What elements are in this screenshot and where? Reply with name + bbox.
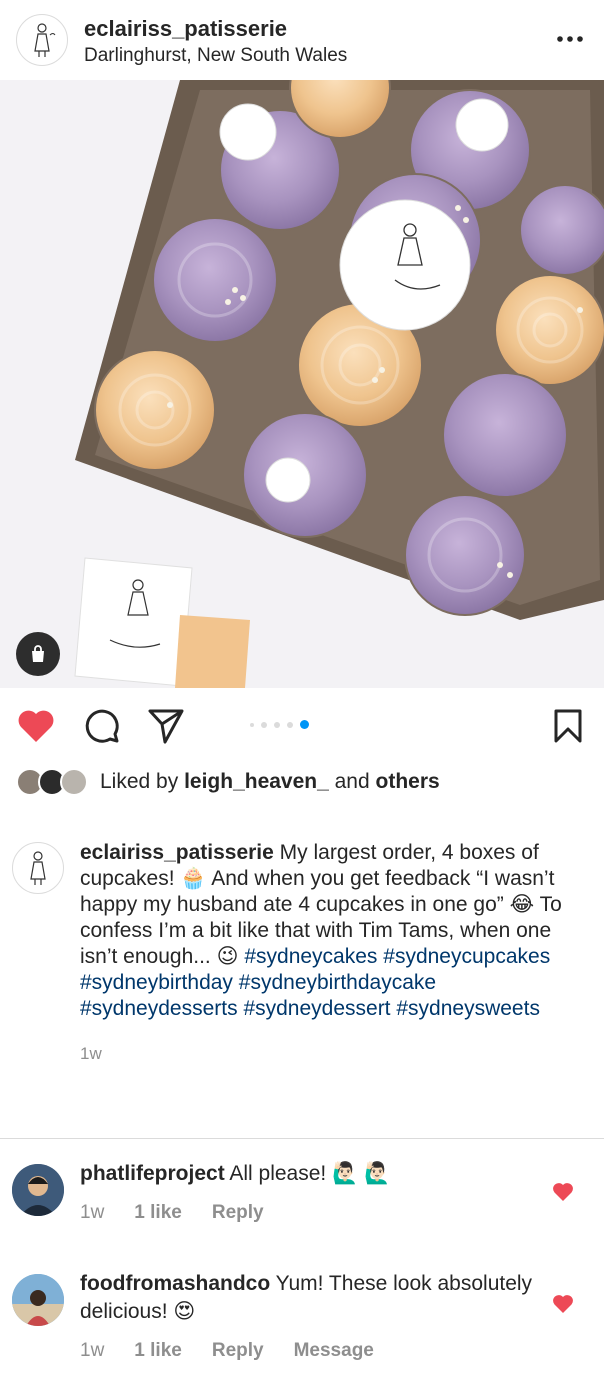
- patisserie-logo-icon: [34, 23, 56, 57]
- comment-icon: [85, 709, 119, 743]
- hashtag-link[interactable]: #sydneysweets: [396, 997, 540, 1020]
- commenter-avatar[interactable]: [12, 1164, 64, 1216]
- comment-text: foodfromashandco Yum! These look absolut…: [80, 1270, 540, 1326]
- carousel-dot: [250, 722, 254, 727]
- liker-avatars: [16, 768, 92, 796]
- more-horizontal-icon: [557, 36, 583, 42]
- comment-like-button[interactable]: [552, 1182, 574, 1204]
- profile-avatar[interactable]: [16, 14, 68, 66]
- cupcake-box-photo: [0, 80, 604, 688]
- carousel-dot: [261, 721, 267, 728]
- caption-text: eclairiss_patisserie My largest order, 4…: [80, 840, 580, 1067]
- hashtag-link[interactable]: #sydneydesserts: [80, 997, 238, 1020]
- liker-avatar: [60, 768, 88, 796]
- comment-text: phatlifeproject All please! 🙋🏻‍♂️ 🙋🏻‍♂️: [80, 1160, 540, 1188]
- comment-button[interactable]: [82, 706, 122, 746]
- divider: [0, 1138, 604, 1139]
- share-button[interactable]: [146, 706, 186, 746]
- comment-like-button[interactable]: [552, 1294, 574, 1316]
- person-avatar-icon: [12, 1164, 64, 1216]
- post-location[interactable]: Darlinghurst, New South Wales: [84, 45, 347, 67]
- likes-others-link[interactable]: others: [376, 770, 440, 794]
- caption-avatar[interactable]: [12, 842, 64, 894]
- post-username[interactable]: eclairiss_patisserie: [84, 16, 287, 42]
- hashtag-link[interactable]: #sydneycupcakes: [383, 945, 550, 968]
- save-button[interactable]: [548, 706, 588, 746]
- cupcake-emoji: 🧁: [180, 867, 207, 890]
- likes-prefix: Liked by: [100, 770, 185, 793]
- post-header: eclairiss_patisserie Darlinghurst, New S…: [0, 0, 604, 80]
- liker-username[interactable]: leigh_heaven_: [184, 770, 329, 794]
- like-button[interactable]: [16, 706, 56, 746]
- heart-filled-icon: [553, 1183, 573, 1201]
- likes-middle: and: [328, 770, 376, 793]
- hashtag-link[interactable]: #sydneydessert: [243, 997, 390, 1020]
- comment-body: All please! 🙋🏻‍♂️ 🙋🏻‍♂️: [224, 1162, 391, 1185]
- carousel-dot: [287, 721, 293, 728]
- joy-emoji: 😂: [509, 893, 535, 916]
- caption-timestamp: 1w: [80, 1044, 102, 1063]
- carousel-dot: [274, 721, 280, 728]
- shopping-bag-icon: [32, 645, 44, 662]
- person-avatar-icon: [12, 1274, 64, 1326]
- patisserie-logo-icon: [30, 851, 46, 885]
- reply-button[interactable]: Reply: [212, 1340, 264, 1362]
- comment-meta: 1w 1 like Reply: [80, 1202, 294, 1224]
- comment-timestamp: 1w: [80, 1340, 105, 1361]
- comment-timestamp: 1w: [80, 1202, 105, 1223]
- comment-meta: 1w 1 like Reply Message: [80, 1340, 404, 1362]
- shopping-bag-button[interactable]: [16, 632, 60, 676]
- heart-filled-icon: [18, 710, 54, 742]
- comment-likes-count[interactable]: 1 like: [134, 1340, 182, 1362]
- send-icon: [148, 709, 184, 744]
- commenter-avatar[interactable]: [12, 1274, 64, 1326]
- post-image[interactable]: [0, 80, 604, 688]
- commenter-username[interactable]: phatlifeproject: [80, 1162, 225, 1185]
- caption-username[interactable]: eclairiss_patisserie: [80, 841, 274, 864]
- comment-likes-count[interactable]: 1 like: [134, 1202, 182, 1224]
- reply-button[interactable]: Reply: [212, 1202, 264, 1224]
- heart-filled-icon: [553, 1295, 573, 1313]
- carousel-indicator: [250, 720, 309, 729]
- hashtag-link[interactable]: #sydneycakes: [244, 945, 377, 968]
- message-button[interactable]: Message: [294, 1340, 374, 1362]
- hashtag-link[interactable]: #sydneybirthdaycake: [239, 971, 436, 994]
- likes-summary[interactable]: Liked by leigh_heaven_ and others: [16, 764, 440, 800]
- wink-emoji: 😉: [216, 945, 239, 968]
- bookmark-icon: [554, 709, 582, 743]
- carousel-dot-active: [300, 720, 309, 729]
- action-bar: [0, 688, 604, 764]
- hashtag-link[interactable]: #sydneybirthday: [80, 971, 233, 994]
- commenter-username[interactable]: foodfromashandco: [80, 1272, 270, 1295]
- more-options-button[interactable]: [552, 24, 588, 54]
